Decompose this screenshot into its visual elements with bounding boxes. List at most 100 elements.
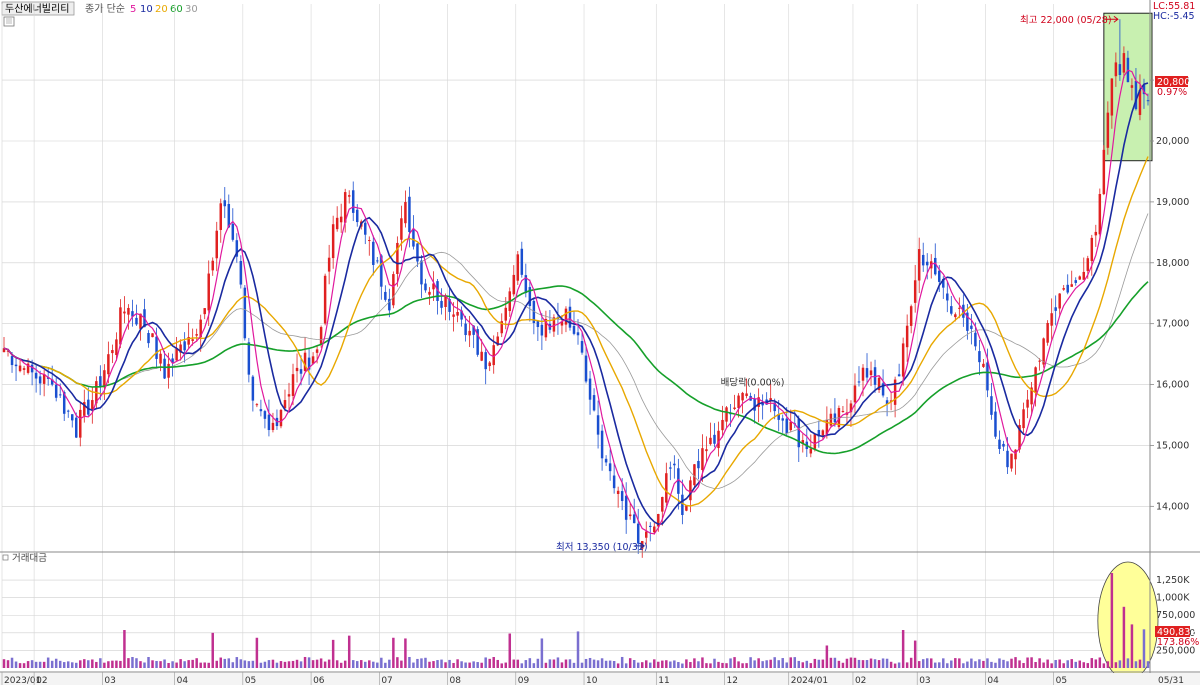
volume-bar	[588, 657, 592, 668]
volume-bar	[183, 661, 186, 668]
candle-body	[504, 307, 507, 321]
volume-bar	[825, 645, 829, 668]
volume-bar	[994, 662, 997, 668]
candle-body	[10, 356, 14, 366]
volume-bar	[600, 658, 604, 668]
volume-bar	[1098, 657, 1102, 668]
candle-body	[865, 368, 869, 378]
x-tick-label: 11	[658, 676, 669, 685]
candle-body	[195, 334, 198, 336]
volume-bar	[66, 661, 70, 668]
volume-bar	[175, 662, 178, 668]
candle-body	[841, 410, 845, 412]
volume-bar	[428, 661, 431, 668]
moving-averages-layer	[3, 69, 1149, 535]
volume-bar	[665, 660, 668, 668]
candle-body	[580, 341, 584, 353]
price-tick-label: 14,000	[1156, 501, 1189, 512]
candle-body	[925, 261, 929, 266]
price-chart[interactable]: 두산에너빌리티 종가 단순 5 10 20 60 30 21,00020,000…	[0, 0, 1200, 685]
volume-bar	[10, 657, 14, 668]
candle-body	[368, 240, 371, 242]
volume-bar	[689, 662, 692, 668]
grid-lines	[1, 4, 1150, 668]
volume-bar	[303, 656, 307, 668]
volume-bar	[913, 640, 917, 668]
candle-body	[681, 494, 684, 515]
candle-body	[649, 525, 652, 528]
grid-icon[interactable]	[3, 16, 15, 27]
volume-bar	[845, 658, 849, 668]
x-tick-label: 05	[245, 676, 256, 685]
volume-bar	[649, 662, 652, 668]
candle-body	[364, 222, 367, 235]
candle-body	[741, 392, 744, 401]
volume-bar	[701, 657, 704, 668]
volume-bar	[163, 659, 166, 668]
volume-bar	[456, 659, 459, 668]
candle-body	[54, 384, 58, 398]
volume-bar	[420, 658, 423, 668]
candle-body	[813, 433, 817, 449]
candle-body	[464, 323, 467, 336]
volume-bar	[504, 662, 507, 668]
low-annotation: 최저 13,350 (10/31)	[556, 542, 648, 553]
volume-bar	[2, 659, 6, 668]
volume-bar	[624, 663, 628, 668]
volume-bar	[360, 660, 363, 668]
candle-body	[636, 523, 640, 544]
volume-bar	[1130, 624, 1134, 668]
candle-body	[291, 374, 295, 396]
candle-body	[247, 342, 251, 375]
volume-bar	[50, 660, 54, 668]
candle-body	[628, 514, 632, 517]
candle-body	[978, 351, 981, 363]
volume-bar	[299, 661, 303, 668]
volume-bar	[901, 630, 905, 668]
candle-body	[588, 378, 592, 400]
volume-bar	[881, 658, 885, 668]
ma-60-line	[3, 281, 1149, 455]
candle-body	[512, 274, 516, 295]
volume-bar	[833, 657, 837, 668]
volume-bar	[673, 660, 676, 668]
candle-body	[331, 224, 335, 259]
candle-body	[79, 409, 82, 438]
volume-bar	[781, 658, 784, 668]
volume-bar	[480, 662, 483, 668]
volume-bar	[612, 660, 616, 668]
volume-bar	[725, 663, 728, 668]
candle-body	[713, 434, 716, 444]
volume-bar	[243, 660, 247, 668]
volume-bar	[765, 660, 768, 668]
volume-bar	[291, 660, 295, 668]
volume-bar	[38, 661, 42, 668]
candle-body	[271, 422, 275, 431]
volume-bar	[1046, 659, 1049, 668]
volume-bar	[1042, 662, 1045, 668]
hc-label: HC:-5.45	[1153, 11, 1195, 22]
ma-5-line	[3, 69, 1149, 535]
volume-bar	[556, 657, 560, 668]
volume-bar	[444, 662, 447, 668]
candle-body	[1114, 62, 1118, 77]
candle-body	[1022, 409, 1025, 429]
volume-bar	[1082, 662, 1086, 668]
volume-bar	[917, 661, 921, 668]
candle-body	[14, 364, 18, 367]
volume-bar	[179, 659, 182, 668]
x-tick-label: 12	[727, 676, 738, 685]
price-tick-label: 20,000	[1156, 136, 1189, 147]
candle-body	[456, 311, 459, 316]
candle-body	[1034, 367, 1037, 393]
candle-body	[624, 495, 628, 520]
candle-body	[661, 497, 664, 512]
volume-bar	[1050, 663, 1053, 668]
volume-bar	[227, 658, 231, 668]
volume-bar	[355, 661, 359, 668]
candle-body	[468, 330, 471, 336]
volume-bar	[1074, 661, 1077, 668]
volume-bar	[364, 661, 367, 668]
candle-body	[897, 374, 901, 377]
volume-bar	[468, 662, 471, 668]
